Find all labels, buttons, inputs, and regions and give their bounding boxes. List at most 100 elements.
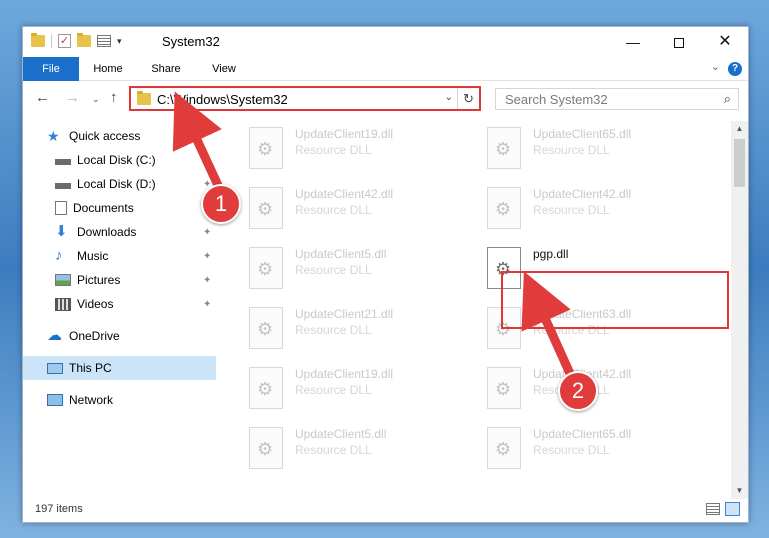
folder-icon (137, 91, 151, 105)
file-name: UpdateClient5.dll (295, 247, 387, 261)
sidebar-item-videos[interactable]: Videos ✦ (23, 292, 216, 316)
scroll-down-arrow-icon[interactable]: ▼ (731, 483, 748, 499)
file-tile[interactable]: UpdateClient5.dll Resource DLL (243, 421, 473, 477)
pin-icon[interactable]: ✦ (203, 275, 211, 286)
file-type: Resource DLL (295, 323, 372, 337)
sidebar-item-this-pc[interactable]: This PC (23, 356, 216, 380)
up-arrow-icon[interactable]: ↑ (110, 89, 118, 106)
pgp-dll-highlight-box (501, 271, 729, 329)
refresh-icon[interactable]: ↻ (457, 88, 479, 109)
dll-file-icon (249, 247, 283, 289)
star-icon: ★ (47, 128, 60, 144)
file-type: Resource DLL (295, 203, 372, 217)
search-input[interactable]: Search System32 ⌕ (495, 88, 739, 110)
videos-icon (55, 297, 71, 311)
tab-view[interactable]: View (199, 57, 249, 81)
view-options-icon[interactable] (97, 35, 111, 47)
file-name: UpdateClient42.dll (295, 187, 394, 201)
file-type: Resource DLL (533, 203, 610, 217)
dll-file-icon (487, 187, 521, 229)
scrollbar-thumb[interactable] (734, 139, 745, 187)
quick-access-toolbar: ✓ ▾ (31, 33, 122, 48)
pin-icon[interactable]: ✦ (203, 155, 211, 166)
sidebar-item-label: This PC (69, 361, 112, 375)
pictures-icon (55, 274, 71, 286)
callout-step-1: 1 (201, 184, 241, 224)
pin-icon[interactable]: ✦ (203, 251, 211, 262)
sidebar-item-label: Downloads (77, 225, 137, 239)
file-type: Resource DLL (533, 143, 610, 157)
file-tile[interactable]: UpdateClient5.dll Resource DLL (243, 241, 473, 297)
maximize-button[interactable] (656, 27, 702, 57)
tab-file[interactable]: File (23, 57, 79, 81)
sidebar-item-local-disk-d[interactable]: Local Disk (D:) ✦ (23, 172, 216, 196)
sidebar-item-network[interactable]: Network (23, 388, 216, 412)
search-icon[interactable]: ⌕ (724, 91, 731, 107)
address-bar[interactable]: C:\Windows\System32 ⌄ ↻ (129, 86, 481, 111)
vertical-scrollbar[interactable]: ▲ ▼ (731, 121, 748, 499)
close-button[interactable]: ✕ (702, 27, 748, 57)
file-tile[interactable]: UpdateClient19.dll Resource DLL (243, 361, 473, 417)
address-dropdown-icon[interactable]: ⌄ (445, 92, 453, 103)
file-type: Resource DLL (295, 143, 372, 157)
item-count: 197 items (35, 503, 83, 515)
file-tile[interactable]: UpdateClient19.dll Resource DLL (243, 121, 473, 177)
navigation-pane: ★ Quick access Local Disk (C:) ✦ Local D… (23, 121, 216, 501)
help-icon[interactable]: ? (728, 62, 742, 76)
back-arrow-icon[interactable]: ← (35, 89, 50, 106)
dll-file-icon (249, 307, 283, 349)
navigation-bar: ← → ⌄ ↑ C:\Windows\System32 ⌄ ↻ Search S… (23, 83, 748, 115)
customize-toolbar-dropdown-icon[interactable]: ▾ (117, 36, 122, 47)
folder-icon (31, 33, 45, 47)
sidebar-item-label: Pictures (77, 273, 121, 287)
file-name: pgp.dll (533, 247, 569, 261)
tab-home[interactable]: Home (83, 57, 133, 81)
dll-file-icon (487, 127, 521, 169)
dll-file-icon (249, 187, 283, 229)
details-view-icon[interactable] (706, 503, 720, 515)
network-icon (47, 394, 63, 406)
minimize-button[interactable]: — (610, 27, 656, 57)
dll-file-icon (487, 427, 521, 469)
callout-step-2: 2 (558, 371, 598, 411)
file-tile[interactable]: UpdateClient65.dll Resource DLL (481, 421, 711, 477)
expand-ribbon-chevron-icon[interactable]: ⌄ (711, 60, 720, 73)
window-title: System32 (162, 34, 220, 49)
sidebar-item-onedrive[interactable]: ☁ OneDrive (23, 324, 216, 348)
large-icons-view-icon[interactable] (725, 502, 740, 516)
file-tile[interactable]: UpdateClient21.dll Resource DLL (243, 301, 473, 357)
sidebar-item-downloads[interactable]: ⬇ Downloads ✦ (23, 220, 216, 244)
file-type: Resource DLL (295, 263, 372, 277)
sidebar-item-label: Documents (73, 201, 134, 215)
recent-locations-chevron-icon[interactable]: ⌄ (92, 94, 100, 105)
separator (51, 34, 52, 48)
drive-icon (55, 183, 71, 189)
scroll-up-arrow-icon[interactable]: ▲ (731, 121, 748, 137)
file-tile[interactable]: UpdateClient42.dll Resource DLL (481, 181, 711, 237)
file-name: UpdateClient19.dll (295, 367, 394, 381)
file-explorer-window: ✓ ▾ System32 — ✕ File Home Share View ⌄ … (22, 26, 749, 523)
search-placeholder: Search System32 (505, 92, 608, 107)
file-tile[interactable]: UpdateClient65.dll Resource DLL (481, 121, 711, 177)
maximize-icon (674, 38, 684, 49)
pin-icon[interactable]: ✦ (203, 299, 211, 310)
file-name: UpdateClient19.dll (295, 127, 394, 141)
dll-file-icon (249, 127, 283, 169)
file-name: UpdateClient42.dll (533, 187, 632, 201)
pin-icon[interactable]: ✦ (203, 227, 211, 238)
tab-share[interactable]: Share (141, 57, 191, 81)
sidebar-item-documents[interactable]: Documents ✦ (23, 196, 216, 220)
sidebar-item-local-disk-c[interactable]: Local Disk (C:) ✦ (23, 148, 216, 172)
sidebar-item-quick-access[interactable]: ★ Quick access (23, 124, 216, 148)
new-folder-icon[interactable] (77, 33, 91, 47)
ribbon-tabs: File Home Share View ⌄ ? (23, 57, 748, 81)
dll-file-icon (487, 367, 521, 409)
sidebar-item-music[interactable]: ♪ Music ✦ (23, 244, 216, 268)
file-tile[interactable]: UpdateClient42.dll Resource DLL (243, 181, 473, 237)
properties-check-icon[interactable]: ✓ (58, 34, 71, 48)
forward-arrow-icon[interactable]: → (65, 89, 80, 106)
sidebar-item-label: Local Disk (D:) (77, 177, 156, 191)
address-path[interactable]: C:\Windows\System32 (157, 92, 288, 107)
sidebar-item-pictures[interactable]: Pictures ✦ (23, 268, 216, 292)
file-type: Resource DLL (295, 443, 372, 457)
